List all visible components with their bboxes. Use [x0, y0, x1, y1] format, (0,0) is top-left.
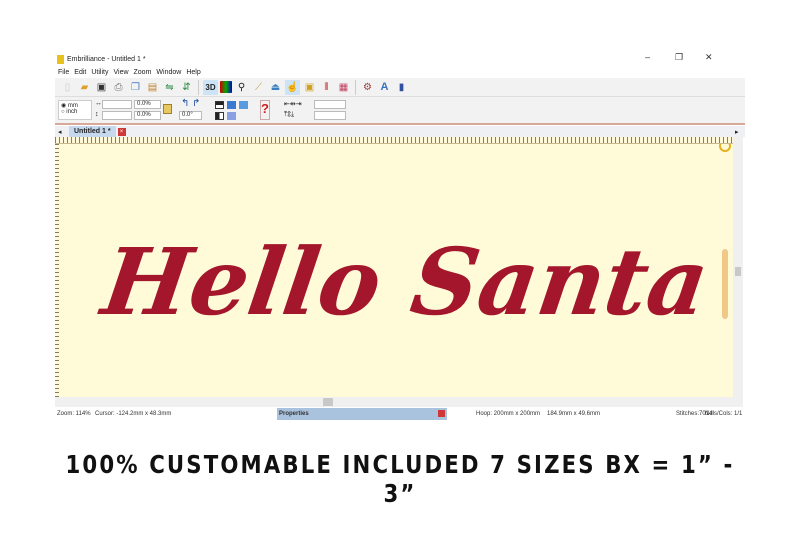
- caption: 100% CUSTOMABLE INCLUDED 7 SIZES BX = 1”…: [65, 450, 735, 508]
- spacing-field-v[interactable]: [314, 111, 346, 120]
- needles-status: Ndls/Cols: 1/1: [705, 411, 743, 417]
- font-icon[interactable]: A: [377, 80, 392, 95]
- lock-icon[interactable]: [163, 104, 172, 114]
- app-window: Embrilliance - Untitled 1 * – ❐ ✕ File E…: [55, 50, 745, 422]
- menu-utility[interactable]: Utility: [91, 69, 108, 76]
- zoom-status: Zoom: 114%: [57, 411, 91, 417]
- width-percent-field[interactable]: 0.0%: [134, 100, 161, 109]
- height-percent-field[interactable]: 0.0%: [134, 111, 161, 120]
- height-field[interactable]: [102, 111, 132, 120]
- select-icon[interactable]: ☝: [285, 79, 300, 95]
- inch-label: inch: [66, 109, 78, 115]
- thread-icon[interactable]: ⦀: [319, 80, 334, 95]
- rotation-field[interactable]: 0.0°: [179, 111, 202, 120]
- vertical-ruler: [55, 144, 59, 397]
- pattern-icon[interactable]: ▦: [336, 80, 351, 95]
- minimize-button[interactable]: –: [645, 52, 650, 62]
- background-icon[interactable]: ▣: [302, 80, 317, 95]
- copy-icon[interactable]: ❐: [128, 80, 143, 95]
- group-icon[interactable]: [215, 112, 224, 120]
- radio-inch[interactable]: ○ inch: [61, 109, 89, 115]
- title-bar: Embrilliance - Untitled 1 * – ❐ ✕: [55, 52, 745, 66]
- hoop-icon[interactable]: ⏏: [268, 80, 283, 95]
- close-button[interactable]: ✕: [705, 52, 713, 63]
- spread-icon[interactable]: [239, 101, 248, 109]
- design-svg: Hello Santa: [93, 227, 715, 335]
- rotate-left-icon[interactable]: ↰: [181, 98, 189, 109]
- menu-window[interactable]: Window: [156, 69, 181, 76]
- menu-bar: File Edit Utility View Zoom Window Help: [55, 66, 201, 78]
- width-field[interactable]: [102, 100, 132, 109]
- horizontal-ruler: [55, 137, 733, 144]
- new-icon[interactable]: ▯: [60, 80, 75, 95]
- 3d-icon[interactable]: 3D: [203, 79, 218, 95]
- tab-bar: ◂ Untitled 1 * × ▸: [55, 126, 745, 137]
- spacing-icons-bottom[interactable]: ⤒⇳⤓: [284, 111, 294, 119]
- divider: [198, 79, 199, 95]
- divider: [355, 79, 356, 95]
- menu-file[interactable]: File: [58, 69, 69, 76]
- lettering-icon[interactable]: ⚙: [360, 80, 375, 95]
- ungroup-icon[interactable]: [227, 112, 236, 120]
- cursor-status: Cursor: -124.2mm x 48.3mm: [95, 411, 172, 417]
- hoop-status: Hoop: 200mm x 200mm: [476, 411, 541, 417]
- main-toolbar: ▯ ▰ ▣ ⎙ ❐ ▤ ⇋ ⇵ 3D ⚲ ⟋ ⏏ ☝ ▣ ⦀ ▦ ⚙ A ▮: [55, 78, 745, 97]
- height-icon: ↕: [95, 111, 99, 118]
- design-canvas[interactable]: Hello Santa: [55, 140, 733, 397]
- tab-close-button[interactable]: ×: [117, 127, 126, 136]
- maximize-button[interactable]: ❐: [675, 52, 683, 63]
- status-bar: Zoom: 114% Cursor: -124.2mm x 48.3mm Pro…: [55, 408, 745, 420]
- design-size-status: 184.9mm x 49.6mm: [547, 411, 601, 417]
- ruler-icon[interactable]: ⟋: [251, 80, 266, 95]
- menu-edit[interactable]: Edit: [74, 69, 86, 76]
- spacing-icons-top[interactable]: ⇤⇹⇥: [284, 100, 302, 108]
- horizontal-scroll-thumb[interactable]: [323, 398, 333, 406]
- align-icon[interactable]: [215, 101, 224, 109]
- open-icon[interactable]: ▰: [77, 80, 92, 95]
- units-group: ◉ mm ○ inch: [58, 100, 92, 120]
- menu-help[interactable]: Help: [186, 69, 200, 76]
- properties-close-button[interactable]: [438, 410, 445, 417]
- tab-untitled-1[interactable]: Untitled 1 *: [69, 126, 116, 137]
- properties-label: Properties: [279, 411, 309, 417]
- help-icon[interactable]: ?: [260, 100, 270, 120]
- magnify-icon[interactable]: ⚲: [234, 80, 249, 95]
- menu-zoom[interactable]: Zoom: [134, 69, 152, 76]
- radio-mm[interactable]: ◉ mm: [61, 102, 89, 109]
- color-icon[interactable]: [220, 81, 232, 93]
- width-icon: ↔: [95, 100, 102, 107]
- rotate-right-icon[interactable]: ↱: [192, 98, 200, 109]
- vertical-scroll-thumb[interactable]: [735, 267, 741, 276]
- tab-scroll-right[interactable]: ▸: [735, 128, 739, 136]
- flip-icon[interactable]: ⇵: [179, 80, 194, 95]
- zoom-slider[interactable]: [722, 249, 728, 319]
- vertical-scrollbar[interactable]: [733, 137, 743, 397]
- stitch-icon[interactable]: ▮: [394, 80, 409, 95]
- paste-icon[interactable]: ▤: [145, 80, 160, 95]
- design-text[interactable]: Hello Santa: [93, 227, 715, 335]
- properties-toolbar: ◉ mm ○ inch ↔ ↕ 0.0% 0.0% ↰ ↱ 0.0° ? ⇤⇹⇥…: [55, 97, 745, 125]
- save-icon[interactable]: ▣: [94, 80, 109, 95]
- window-title: Embrilliance - Untitled 1 *: [67, 55, 146, 63]
- app-icon: [57, 54, 64, 64]
- menu-view[interactable]: View: [113, 69, 128, 76]
- tab-scroll-left[interactable]: ◂: [58, 128, 62, 136]
- spacing-field-h[interactable]: [314, 100, 346, 109]
- center-icon[interactable]: [227, 101, 236, 109]
- properties-panel-header[interactable]: Properties: [277, 408, 447, 420]
- print-icon[interactable]: ⎙: [111, 80, 126, 95]
- horizontal-scrollbar[interactable]: [55, 397, 743, 407]
- mirror-icon[interactable]: ⇋: [162, 80, 177, 95]
